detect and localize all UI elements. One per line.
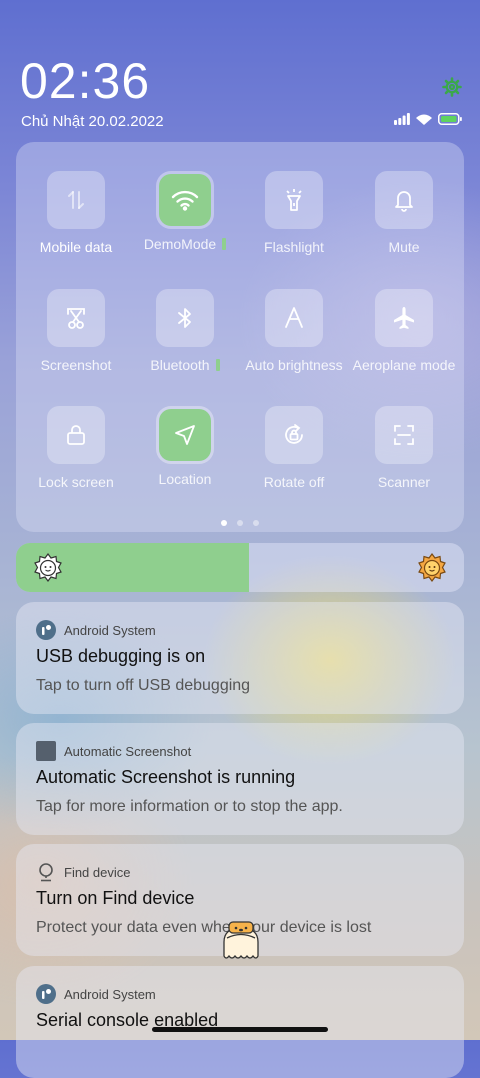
notification-body: Protect your data even when your device …: [36, 919, 372, 936]
tile-lock-screen[interactable]: Lock screen: [21, 406, 131, 490]
brightness-slider[interactable]: [16, 543, 464, 592]
tile-screenshot[interactable]: Screenshot: [21, 289, 131, 373]
android-system-icon: [36, 620, 56, 640]
tile-label: DemoMode: [130, 236, 240, 252]
app-square-icon: [36, 741, 56, 761]
signal-indicator: [215, 359, 220, 371]
home-indicator[interactable]: [152, 1027, 328, 1032]
mobile-data-icon: [47, 171, 105, 229]
notification-body: Tap for more information or to stop the …: [36, 798, 343, 815]
tile-demomode[interactable]: DemoMode: [130, 171, 240, 252]
auto-brightness-icon: [265, 289, 323, 347]
tile-label: Location: [158, 471, 212, 487]
tile-label: Lock screen: [38, 474, 114, 490]
notification-body: Tap to turn off USB debugging: [36, 677, 251, 694]
notification-app-name: Android System: [64, 622, 156, 638]
location-pin-icon: [39, 863, 53, 882]
scanner-icon: [375, 406, 433, 464]
location-arrow-icon: [159, 409, 211, 461]
status-icons: [394, 113, 462, 125]
tile-flashlight[interactable]: Flashlight: [239, 171, 349, 255]
tile-label: Rotate off: [263, 474, 325, 490]
airplane-icon: [375, 289, 433, 347]
clock: 02:36: [20, 53, 151, 109]
page-dot[interactable]: [253, 520, 259, 526]
tile-label: Auto brightness: [245, 357, 343, 373]
wifi-icon: [416, 114, 432, 125]
sun-low-icon: [34, 553, 62, 582]
wifi-icon: [159, 174, 211, 226]
notification-header: Android System: [36, 620, 156, 640]
notification-app-name: Find device: [64, 864, 131, 880]
notification-app-name: Android System: [64, 986, 156, 1002]
notification-automatic-screenshot[interactable]: Automatic Screenshot Automatic Screensho…: [16, 723, 464, 835]
tile-label: Scanner: [377, 474, 431, 490]
rotate-lock-icon: [265, 406, 323, 464]
android-system-icon: [36, 984, 56, 1004]
tile-label: Bluetooth: [130, 357, 240, 373]
tile-label: Mute: [388, 239, 420, 255]
tile-label: Mobile data: [39, 239, 113, 255]
notification-title: Turn on Find device: [36, 888, 195, 908]
date: Chủ Nhật 20.02.2022: [21, 113, 164, 130]
page-dot[interactable]: [237, 520, 243, 526]
tile-rotate-off[interactable]: Rotate off: [239, 406, 349, 490]
signal-indicator: [222, 238, 227, 250]
tile-label: Screenshot: [40, 357, 112, 373]
tile-aeroplane-mode[interactable]: Aeroplane mode: [349, 289, 459, 373]
notification-serial-console[interactable]: Android System Serial console enabled: [16, 966, 464, 1078]
page-dot[interactable]: [221, 520, 227, 526]
tile-location[interactable]: Location: [130, 406, 240, 487]
dog-sticker-icon: [223, 921, 259, 959]
tile-label: Aeroplane mode: [352, 357, 456, 373]
scissors-icon: [47, 289, 105, 347]
tile-label: Flashlight: [264, 239, 324, 255]
gear-icon[interactable]: [442, 77, 462, 97]
flashlight-icon: [265, 171, 323, 229]
notification-app-name: Automatic Screenshot: [64, 743, 192, 759]
tile-bluetooth[interactable]: Bluetooth: [130, 289, 240, 373]
notification-title: USB debugging is on: [36, 646, 206, 666]
tile-mobile-data[interactable]: Mobile data: [21, 171, 131, 255]
sun-high-icon: [418, 553, 446, 582]
bell-icon: [375, 171, 433, 229]
notification-header: Find device: [36, 862, 130, 882]
bluetooth-icon: [156, 289, 214, 347]
notification-header: Android System: [36, 984, 156, 1004]
page-indicator: [0, 520, 480, 526]
notification-title: Automatic Screenshot is running: [36, 767, 296, 787]
battery-icon: [438, 113, 462, 125]
notification-header: Automatic Screenshot: [36, 741, 191, 761]
tile-mute[interactable]: Mute: [349, 171, 459, 255]
tile-auto-brightness[interactable]: Auto brightness: [239, 289, 349, 373]
tile-scanner[interactable]: Scanner: [349, 406, 459, 490]
lock-icon: [47, 406, 105, 464]
notification-usb-debugging[interactable]: Android System USB debugging is on Tap t…: [16, 602, 464, 714]
signal-icon: [394, 113, 410, 125]
